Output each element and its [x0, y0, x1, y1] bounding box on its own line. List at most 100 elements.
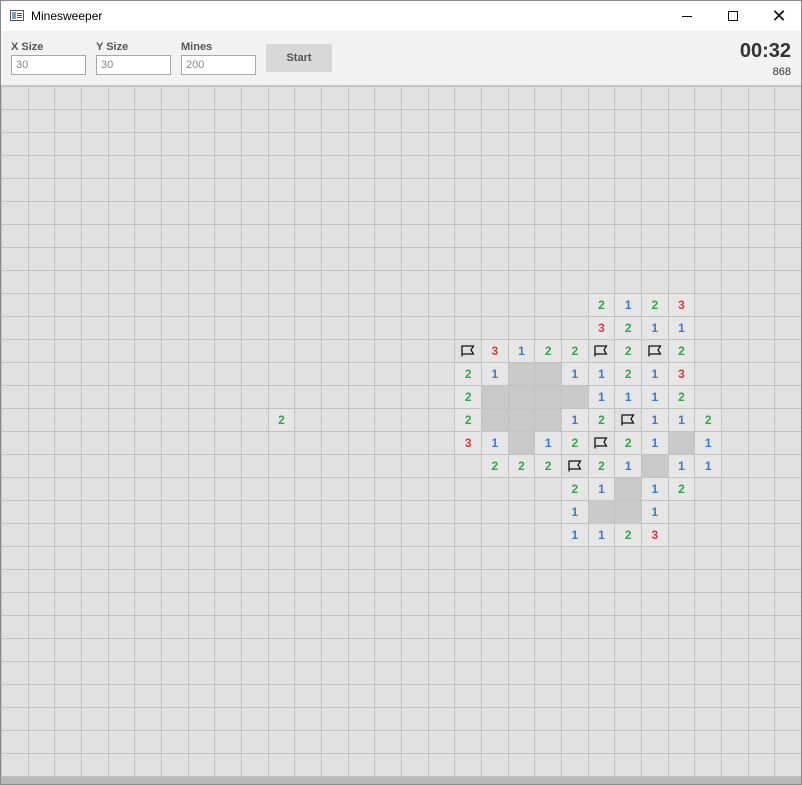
board-cell[interactable]: [27, 293, 56, 317]
board-cell[interactable]: [187, 730, 216, 754]
board-cell[interactable]: [481, 592, 509, 616]
board-cell[interactable]: [54, 707, 82, 731]
board-cell[interactable]: [107, 661, 136, 685]
board-cell[interactable]: [187, 109, 216, 133]
board-cell[interactable]: [401, 500, 429, 524]
board-cell[interactable]: [401, 339, 429, 363]
board-cell[interactable]: [427, 661, 456, 685]
board-cell[interactable]: [321, 684, 349, 708]
board-cell[interactable]: [267, 592, 296, 616]
board-cell[interactable]: [107, 615, 136, 639]
board-cell[interactable]: [107, 523, 136, 547]
board-cell[interactable]: [294, 201, 322, 225]
board-cell[interactable]: [401, 362, 429, 386]
board-cell[interactable]: [561, 270, 589, 294]
board-cell[interactable]: [107, 385, 136, 409]
board-cell[interactable]: [214, 362, 242, 386]
board-cell[interactable]: [721, 753, 749, 777]
board-cell[interactable]: [534, 730, 562, 754]
board-cell[interactable]: [81, 477, 109, 501]
board-cell[interactable]: [161, 201, 189, 225]
board-cell[interactable]: [267, 201, 296, 225]
board-cell[interactable]: [481, 86, 509, 110]
board-cell[interactable]: [134, 523, 162, 547]
board-cell[interactable]: [134, 247, 162, 271]
board-cell[interactable]: [54, 615, 82, 639]
board-cell[interactable]: [507, 500, 536, 524]
revealed-number-cell[interactable]: 1: [641, 477, 669, 501]
board-cell[interactable]: [401, 224, 429, 248]
board-cell[interactable]: [107, 477, 136, 501]
board-cell[interactable]: [587, 270, 616, 294]
board-cell[interactable]: [54, 362, 82, 386]
board-cell[interactable]: [694, 523, 722, 547]
board-cell[interactable]: [321, 592, 349, 616]
board-cell[interactable]: [241, 270, 269, 294]
board-cell[interactable]: [241, 362, 269, 386]
board-cell[interactable]: [534, 638, 562, 662]
board-cell[interactable]: [774, 592, 801, 616]
board-cell[interactable]: [747, 132, 776, 156]
board-cell[interactable]: [534, 155, 562, 179]
flagged-cell[interactable]: [614, 408, 642, 432]
board-cell[interactable]: [241, 201, 269, 225]
board-cell[interactable]: [241, 178, 269, 202]
board-cell[interactable]: [107, 132, 136, 156]
board-cell[interactable]: [27, 753, 56, 777]
board-cell[interactable]: [54, 178, 82, 202]
board-cell[interactable]: [374, 293, 402, 317]
board-cell[interactable]: [774, 132, 801, 156]
board-cell[interactable]: [187, 224, 216, 248]
board-cell[interactable]: [134, 684, 162, 708]
board-cell[interactable]: [694, 730, 722, 754]
board-cell[interactable]: [81, 178, 109, 202]
board-cell[interactable]: [294, 316, 322, 340]
revealed-number-cell[interactable]: 3: [667, 293, 696, 317]
board-cell[interactable]: [267, 684, 296, 708]
board-cell[interactable]: [454, 316, 482, 340]
board-cell[interactable]: [347, 569, 376, 593]
board-cell[interactable]: [507, 569, 536, 593]
board-cell[interactable]: [481, 224, 509, 248]
x-size-input[interactable]: [11, 55, 86, 75]
board-cell[interactable]: [214, 339, 242, 363]
board-cell[interactable]: [587, 546, 616, 570]
board-cell[interactable]: [427, 615, 456, 639]
board-cell[interactable]: [321, 178, 349, 202]
board-cell[interactable]: [161, 362, 189, 386]
board-cell[interactable]: [427, 408, 456, 432]
board-cell[interactable]: [134, 408, 162, 432]
board-cell[interactable]: [161, 339, 189, 363]
board-cell[interactable]: [427, 178, 456, 202]
board-cell[interactable]: [641, 247, 669, 271]
board-cell[interactable]: [427, 109, 456, 133]
board-cell[interactable]: [294, 500, 322, 524]
board-cell[interactable]: [81, 730, 109, 754]
board-cell[interactable]: [667, 730, 696, 754]
board-cell[interactable]: [747, 316, 776, 340]
board-cell[interactable]: [81, 339, 109, 363]
board-cell[interactable]: [134, 615, 162, 639]
board-cell[interactable]: [427, 684, 456, 708]
board-cell[interactable]: [27, 316, 56, 340]
board-cell[interactable]: [694, 155, 722, 179]
board-cell[interactable]: [161, 132, 189, 156]
board-cell[interactable]: [321, 500, 349, 524]
board-cell[interactable]: [1, 615, 29, 639]
board-cell[interactable]: [587, 707, 616, 731]
board-cell[interactable]: [81, 270, 109, 294]
board-cell[interactable]: [401, 109, 429, 133]
board-cell[interactable]: [507, 155, 536, 179]
board-cell[interactable]: [641, 270, 669, 294]
board-cell[interactable]: [641, 707, 669, 731]
board-cell[interactable]: [187, 661, 216, 685]
board-cell[interactable]: [534, 247, 562, 271]
board-cell[interactable]: [587, 684, 616, 708]
board-cell[interactable]: [774, 661, 801, 685]
board-cell[interactable]: [161, 684, 189, 708]
board-cell[interactable]: [561, 730, 589, 754]
board-cell[interactable]: [641, 201, 669, 225]
revealed-number-cell[interactable]: 1: [694, 454, 722, 478]
board-cell[interactable]: [54, 224, 82, 248]
board-cell[interactable]: [81, 546, 109, 570]
